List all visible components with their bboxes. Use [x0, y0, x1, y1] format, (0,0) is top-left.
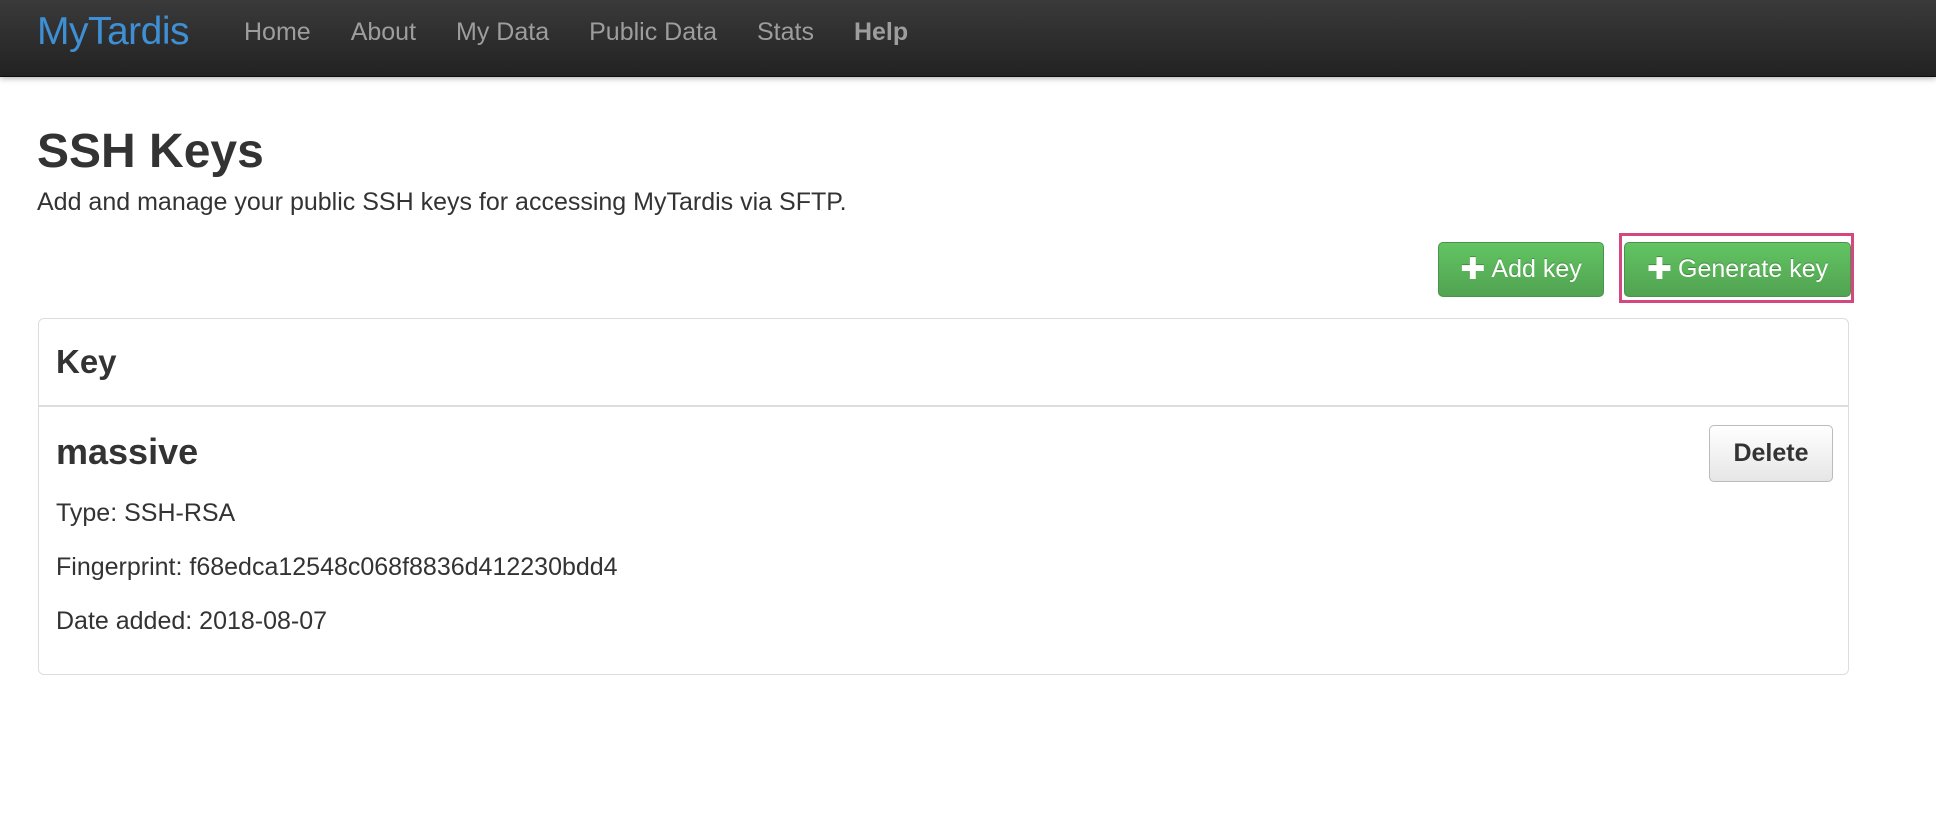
key-fingerprint: Fingerprint: f68edca12548c068f8836d41223…: [56, 553, 618, 581]
keys-panel-title: Key: [56, 343, 117, 380]
keys-panel: Key massive Delete Type: SSH-RSA Fingerp…: [38, 318, 1849, 675]
key-date-added: Date added: 2018-08-07: [56, 607, 328, 635]
keys-panel-header: Key: [39, 319, 1848, 407]
key-type: Type: SSH-RSA: [56, 499, 236, 527]
key-name: massive: [56, 431, 199, 472]
add-key-label: Add key: [1491, 255, 1582, 283]
plus-icon: ✚: [1646, 252, 1673, 286]
delete-key-button[interactable]: Delete: [1709, 425, 1833, 482]
generate-key-label: Generate key: [1678, 255, 1829, 283]
main-content: SSH Keys Add and manage your public SSH …: [0, 0, 1936, 814]
page-subtitle: Add and manage your public SSH keys for …: [37, 188, 847, 216]
generate-key-button[interactable]: ✚ Generate key: [1624, 242, 1851, 297]
add-key-button[interactable]: ✚ Add key: [1438, 242, 1604, 297]
page-title: SSH Keys: [37, 125, 264, 178]
plus-icon: ✚: [1460, 252, 1486, 286]
